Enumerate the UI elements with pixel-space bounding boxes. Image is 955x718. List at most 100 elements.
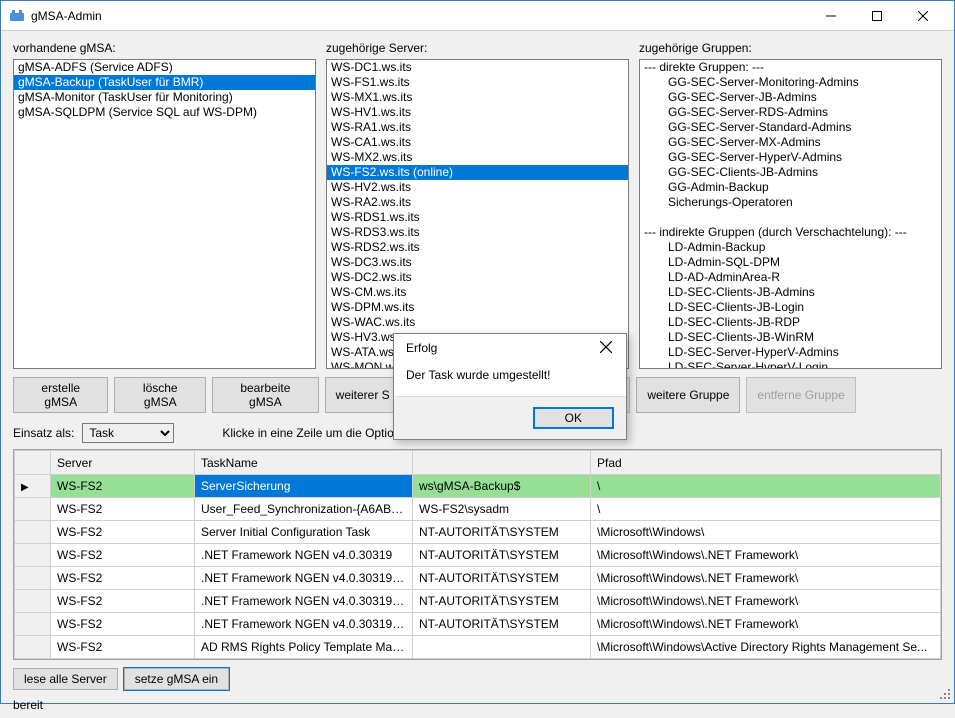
cell-task[interactable]: .NET Framework NGEN v4.0.30319 C... — [195, 613, 413, 636]
gmsa-item[interactable]: gMSA-ADFS (Service ADFS) — [14, 60, 315, 75]
cell-path[interactable]: \ — [591, 475, 941, 498]
cell-path[interactable]: \Microsoft\Windows\.NET Framework\ — [591, 613, 941, 636]
group-item[interactable]: GG-SEC-Server-HyperV-Admins — [640, 150, 941, 165]
gmsa-item[interactable]: gMSA-Monitor (TaskUser für Monitoring) — [14, 90, 315, 105]
server-item[interactable]: WS-RA2.ws.its — [327, 195, 628, 210]
server-item[interactable]: WS-RA1.ws.its — [327, 120, 628, 135]
server-item[interactable]: WS-DC3.ws.its — [327, 255, 628, 270]
cell-server[interactable]: WS-FS2 — [51, 613, 195, 636]
server-item[interactable]: WS-MX2.ws.its — [327, 150, 628, 165]
group-item[interactable]: GG-SEC-Server-JB-Admins — [640, 90, 941, 105]
server-item[interactable]: WS-HV2.ws.its — [327, 180, 628, 195]
col-server[interactable]: Server — [51, 451, 195, 475]
group-item[interactable]: GG-Admin-Backup — [640, 180, 941, 195]
minimize-button[interactable] — [808, 1, 854, 31]
cell-task[interactable]: Server Initial Configuration Task — [195, 521, 413, 544]
task-grid[interactable]: Server TaskName Pfad ▶WS-FS2ServerSicher… — [13, 449, 942, 660]
group-item[interactable]: --- direkte Gruppen: --- — [640, 60, 941, 75]
server-item[interactable]: WS-HV1.ws.its — [327, 105, 628, 120]
cell-server[interactable]: WS-FS2 — [51, 590, 195, 613]
add-server-button[interactable]: weiterer S — [325, 377, 401, 413]
gmsa-item[interactable]: gMSA-Backup (TaskUser für BMR) — [14, 75, 315, 90]
group-item[interactable]: GG-SEC-Server-RDS-Admins — [640, 105, 941, 120]
group-item[interactable]: LD-SEC-Server-HyperV-Login — [640, 360, 941, 369]
cell-user[interactable]: NT-AUTORITÄT\SYSTEM — [413, 567, 591, 590]
server-item[interactable]: WS-CA1.ws.its — [327, 135, 628, 150]
table-row[interactable]: WS-FS2.NET Framework NGEN v4.0.30319 C..… — [15, 613, 941, 636]
resize-grip[interactable] — [938, 687, 952, 701]
group-item[interactable]: LD-Admin-SQL-DPM — [640, 255, 941, 270]
gmsa-listbox[interactable]: gMSA-ADFS (Service ADFS)gMSA-Backup (Tas… — [13, 59, 316, 369]
cell-task[interactable]: User_Feed_Synchronization-{A6AB57... — [195, 498, 413, 521]
cell-task[interactable]: .NET Framework NGEN v4.0.30319 — [195, 544, 413, 567]
server-item[interactable]: WS-FS2.ws.its (online) — [327, 165, 628, 180]
cell-user[interactable]: NT-AUTORITÄT\SYSTEM — [413, 544, 591, 567]
cell-server[interactable]: WS-FS2 — [51, 636, 195, 659]
edit-gmsa-button[interactable]: bearbeite gMSA — [212, 377, 319, 413]
table-row[interactable]: WS-FS2User_Feed_Synchronization-{A6AB57.… — [15, 498, 941, 521]
dialog-close-button[interactable] — [596, 340, 616, 356]
cell-server[interactable]: WS-FS2 — [51, 521, 195, 544]
cell-user[interactable]: NT-AUTORITÄT\SYSTEM — [413, 521, 591, 544]
set-gmsa-button[interactable]: setze gMSA ein — [124, 668, 229, 690]
group-item[interactable]: LD-SEC-Server-HyperV-Admins — [640, 345, 941, 360]
server-item[interactable]: WS-WAC.ws.its — [327, 315, 628, 330]
group-item[interactable] — [640, 210, 941, 225]
cell-server[interactable]: WS-FS2 — [51, 475, 195, 498]
group-item[interactable]: GG-SEC-Server-MX-Admins — [640, 135, 941, 150]
maximize-button[interactable] — [854, 1, 900, 31]
table-row[interactable]: WS-FS2.NET Framework NGEN v4.0.30319NT-A… — [15, 544, 941, 567]
group-item[interactable]: --- indirekte Gruppen (durch Verschachte… — [640, 225, 941, 240]
server-item[interactable]: WS-CM.ws.its — [327, 285, 628, 300]
server-item[interactable]: WS-DC1.ws.its — [327, 60, 628, 75]
server-item[interactable]: WS-RDS3.ws.its — [327, 225, 628, 240]
group-listbox[interactable]: --- direkte Gruppen: ---GG-SEC-Server-Mo… — [639, 59, 942, 369]
server-item[interactable]: WS-DC2.ws.its — [327, 270, 628, 285]
group-item[interactable]: Sicherungs-Operatoren — [640, 195, 941, 210]
table-row[interactable]: WS-FS2.NET Framework NGEN v4.0.30319 6..… — [15, 590, 941, 613]
group-item[interactable]: LD-SEC-Clients-JB-WinRM — [640, 330, 941, 345]
cell-path[interactable]: \Microsoft\Windows\.NET Framework\ — [591, 544, 941, 567]
cell-path[interactable]: \Microsoft\Windows\.NET Framework\ — [591, 590, 941, 613]
col-taskname[interactable]: TaskName — [195, 451, 413, 475]
table-row[interactable]: WS-FS2Server Initial Configuration TaskN… — [15, 521, 941, 544]
cell-server[interactable]: WS-FS2 — [51, 544, 195, 567]
cell-user[interactable]: WS-FS2\sysadm — [413, 498, 591, 521]
server-item[interactable]: WS-MX1.ws.its — [327, 90, 628, 105]
group-item[interactable]: GG-SEC-Server-Monitoring-Admins — [640, 75, 941, 90]
einsatz-combo[interactable]: Task — [82, 423, 174, 443]
server-item[interactable]: WS-DPM.ws.its — [327, 300, 628, 315]
add-group-button[interactable]: weitere Gruppe — [636, 377, 740, 413]
cell-path[interactable]: \Microsoft\Windows\.NET Framework\ — [591, 567, 941, 590]
dialog-ok-button[interactable]: OK — [533, 407, 614, 429]
cell-user[interactable] — [413, 636, 591, 659]
cell-user[interactable]: NT-AUTORITÄT\SYSTEM — [413, 613, 591, 636]
server-item[interactable]: WS-FS1.ws.its — [327, 75, 628, 90]
cell-user[interactable]: ws\gMSA-Backup$ — [413, 475, 591, 498]
table-row[interactable]: ▶WS-FS2ServerSicherungws\gMSA-Backup$\ — [15, 475, 941, 498]
group-item[interactable]: LD-Admin-Backup — [640, 240, 941, 255]
col-path[interactable]: Pfad — [591, 451, 941, 475]
group-item[interactable]: LD-AD-AdminArea-R — [640, 270, 941, 285]
cell-task[interactable]: .NET Framework NGEN v4.0.30319 64 — [195, 567, 413, 590]
server-item[interactable]: WS-RDS1.ws.its — [327, 210, 628, 225]
group-item[interactable]: LD-SEC-Clients-JB-Admins — [640, 285, 941, 300]
cell-server[interactable]: WS-FS2 — [51, 498, 195, 521]
group-item[interactable]: GG-SEC-Clients-JB-Admins — [640, 165, 941, 180]
table-row[interactable]: WS-FS2.NET Framework NGEN v4.0.30319 64N… — [15, 567, 941, 590]
col-user[interactable] — [413, 451, 591, 475]
delete-gmsa-button[interactable]: lösche gMSA — [114, 377, 206, 413]
cell-server[interactable]: WS-FS2 — [51, 567, 195, 590]
cell-task[interactable]: ServerSicherung — [195, 475, 413, 498]
cell-path[interactable]: \Microsoft\Windows\ — [591, 521, 941, 544]
group-item[interactable]: GG-SEC-Server-Standard-Admins — [640, 120, 941, 135]
read-all-servers-button[interactable]: lese alle Server — [13, 668, 118, 690]
cell-path[interactable]: \ — [591, 498, 941, 521]
server-listbox[interactable]: WS-DC1.ws.itsWS-FS1.ws.itsWS-MX1.ws.itsW… — [326, 59, 629, 369]
gmsa-item[interactable]: gMSA-SQLDPM (Service SQL auf WS-DPM) — [14, 105, 315, 120]
cell-task[interactable]: AD RMS Rights Policy Template Mana... — [195, 636, 413, 659]
cell-user[interactable]: NT-AUTORITÄT\SYSTEM — [413, 590, 591, 613]
server-item[interactable]: WS-RDS2.ws.its — [327, 240, 628, 255]
cell-path[interactable]: \Microsoft\Windows\Active Directory Righ… — [591, 636, 941, 659]
create-gmsa-button[interactable]: erstelle gMSA — [13, 377, 108, 413]
